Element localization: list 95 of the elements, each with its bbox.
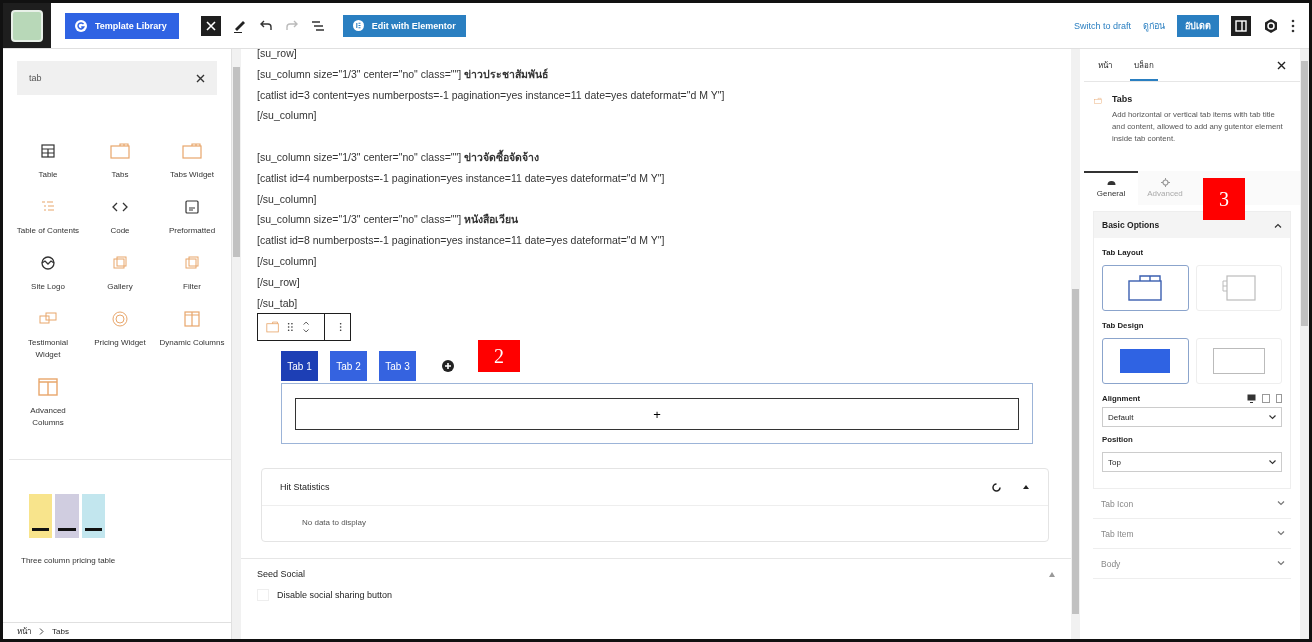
breadcrumb-item[interactable]: Tabs xyxy=(52,626,69,636)
close-icon[interactable] xyxy=(200,15,221,36)
collapsed-section[interactable]: Tab Item xyxy=(1093,519,1291,549)
template-library-button[interactable]: Template Library xyxy=(65,12,179,39)
block-item[interactable]: Code xyxy=(87,197,153,237)
plugin-hexagon-icon[interactable] xyxy=(1263,17,1279,34)
shortcode-line: [/su_column] xyxy=(257,254,317,267)
site-logo-icon[interactable] xyxy=(3,3,51,48)
block-item[interactable]: Filter xyxy=(159,253,225,293)
undo-icon[interactable] xyxy=(258,18,273,33)
update-button[interactable]: อัปเดต xyxy=(1177,14,1219,37)
edit-with-elementor-button[interactable]: Edit with Elementor xyxy=(342,14,466,37)
tab[interactable]: Tab 1 xyxy=(281,351,318,382)
chevron-down-icon xyxy=(1277,501,1285,506)
more-options-icon[interactable] xyxy=(1291,18,1295,33)
add-block-button[interactable]: + xyxy=(295,398,1019,431)
collapsed-section[interactable]: Tab Icon xyxy=(1093,489,1291,519)
chevron-down-icon xyxy=(1269,459,1276,465)
scrollbar-thumb[interactable] xyxy=(1072,289,1079,614)
collapsed-section[interactable]: Body xyxy=(1093,549,1291,579)
shortcode-line: [/su_column] xyxy=(257,192,317,205)
shortcode-line: [su_column size="1/3" center="no" class=""] หนังสือเวียน xyxy=(257,213,519,226)
seed-social-title: Seed Social xyxy=(257,569,307,580)
chevron-right-icon xyxy=(39,627,44,635)
mobile-icon[interactable] xyxy=(1276,394,1282,403)
advcolumns-block-icon xyxy=(37,377,59,397)
block-item[interactable]: Dynamic Columns xyxy=(159,309,225,361)
drag-handle-icon[interactable] xyxy=(287,321,294,334)
pricing-block-icon xyxy=(109,309,131,329)
gear-icon xyxy=(1160,178,1170,187)
horizontal-layout-option[interactable] xyxy=(1102,265,1189,311)
shortcode-line: [catlist id=4 numberposts=-1 pagination=yes instance=11 date=yes dateformat="d M Y"] xyxy=(257,171,665,184)
scrollbar-thumb[interactable] xyxy=(233,67,240,257)
sidebar-tab[interactable]: บล็อก xyxy=(1130,49,1158,81)
refresh-icon[interactable] xyxy=(991,481,1002,493)
position-select[interactable]: Top xyxy=(1102,452,1282,472)
shortcode-line: [catlist id=3 content=yes numberposts=-1 pagination=yes instance=11 date=yes dateformat="d M Y"] xyxy=(257,88,725,101)
list-view-icon[interactable] xyxy=(310,18,325,33)
more-options-icon[interactable] xyxy=(338,321,342,334)
clear-search-icon[interactable] xyxy=(196,73,205,83)
filled-design-option[interactable] xyxy=(1102,338,1189,384)
basic-options-header[interactable]: Basic Options xyxy=(1094,212,1290,238)
shortcode-line: [catlist id=8 numberposts=-1 pagination=yes instance=11 date=yes dateformat="d M Y"] xyxy=(257,234,665,247)
shortcode-line: [/su_row] xyxy=(257,275,300,288)
block-item[interactable]: Preformatted xyxy=(159,197,225,237)
block-item[interactable]: Table xyxy=(15,141,81,181)
block-item[interactable]: Gallery xyxy=(87,253,153,293)
columns-block-icon xyxy=(181,309,203,329)
preview-link[interactable]: ดูก่อน xyxy=(1143,18,1165,33)
shortcode-line: [/su_column] xyxy=(257,109,317,122)
block-search-field[interactable]: tab xyxy=(17,61,217,95)
chevron-down-icon xyxy=(1277,531,1285,536)
chevron-down-icon xyxy=(1277,561,1285,566)
switch-to-draft-link[interactable]: Switch to draft xyxy=(1073,20,1131,31)
block-item[interactable]: Table of Contents xyxy=(15,197,81,237)
block-item[interactable]: Advanced Columns xyxy=(15,377,81,429)
horizontal-tabs-icon xyxy=(1128,275,1163,301)
callout-number: 2 xyxy=(478,340,520,372)
tab[interactable]: Tab 2 xyxy=(330,351,367,382)
shortcode-line: [su_row] xyxy=(257,47,297,59)
pattern-label: Three column pricing table xyxy=(21,556,117,565)
block-title: Tabs xyxy=(1112,94,1134,104)
shortcode-line: [/su_tab] xyxy=(257,296,298,309)
pencil-icon[interactable] xyxy=(232,18,247,33)
checkbox-label: Disable social sharing button xyxy=(277,590,393,601)
empty-message: No data to display xyxy=(301,517,368,530)
tabs-block-icon xyxy=(181,141,203,161)
add-tab-icon[interactable] xyxy=(442,360,454,373)
sidebar-toggle-icon[interactable] xyxy=(1231,15,1251,36)
pricing-table-pattern-preview[interactable] xyxy=(29,494,105,538)
vertical-tabs-icon xyxy=(1221,275,1256,301)
breadcrumb-item[interactable]: หน้า xyxy=(17,624,31,638)
desktop-icon[interactable] xyxy=(1247,394,1256,403)
sidebar-tab[interactable]: หน้า xyxy=(1094,49,1116,81)
gauge-icon xyxy=(1106,178,1116,187)
elementor-logo-icon xyxy=(352,20,364,31)
tablet-icon[interactable] xyxy=(1262,394,1270,403)
tab[interactable]: Tab 3 xyxy=(379,351,416,382)
collapse-icon[interactable] xyxy=(1022,484,1030,491)
scrollbar-thumb[interactable] xyxy=(1301,61,1308,326)
tabs-block-icon xyxy=(109,141,131,161)
shortcode-line: [su_column size="1/3" center="no" class=""] ข่าวประชาสัมพันธ์ xyxy=(257,67,549,80)
alignment-select[interactable]: Default xyxy=(1102,407,1282,427)
callout-number: 3 xyxy=(1203,178,1245,220)
block-item[interactable]: Testimonial Widget xyxy=(15,309,81,361)
block-item[interactable]: Tabs xyxy=(87,141,153,181)
block-item[interactable]: Tabs Widget xyxy=(159,141,225,181)
g-logo-icon xyxy=(75,19,87,32)
hit-statistics-title: Hit Statistics xyxy=(280,482,331,493)
close-icon[interactable] xyxy=(1277,60,1286,70)
chevron-down-icon xyxy=(1269,414,1276,420)
block-item[interactable]: Pricing Widget xyxy=(87,309,153,361)
panel-tab[interactable]: General xyxy=(1084,171,1138,205)
shortcode-line: [su_column size="1/3" center="no" class=""] ข่าวจัดซื้อจัดจ้าง xyxy=(257,151,540,163)
block-item[interactable]: Site Logo xyxy=(15,253,81,293)
